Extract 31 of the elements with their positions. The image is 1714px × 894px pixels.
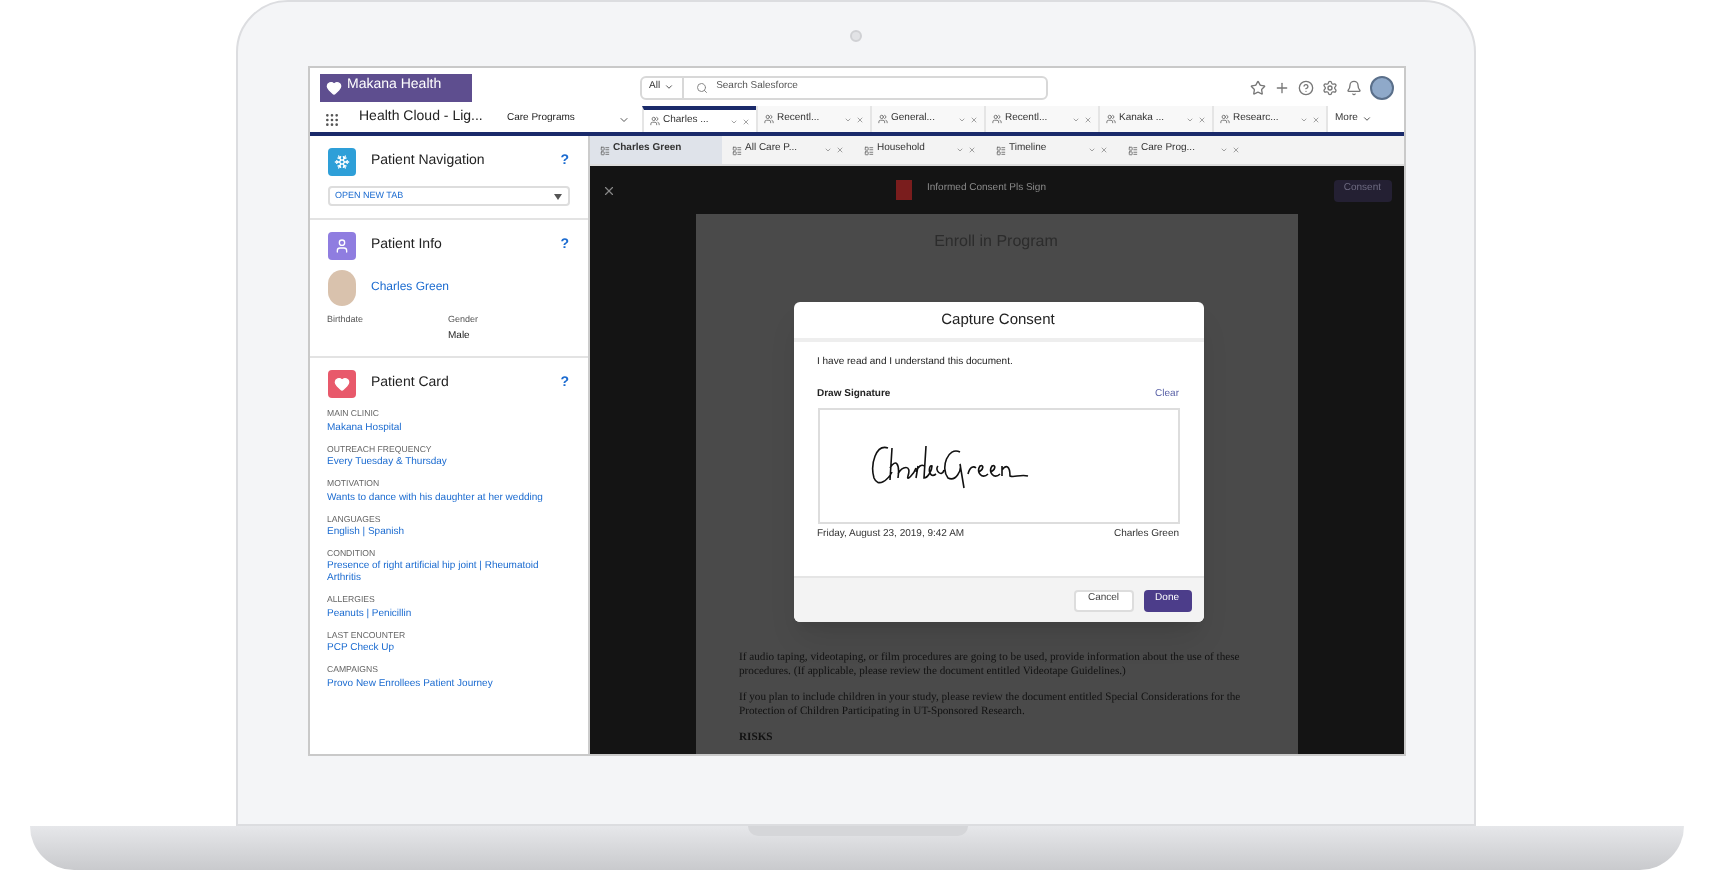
people-icon: [1219, 114, 1229, 124]
chevron-icon[interactable]: [617, 113, 629, 125]
record-icon: [995, 145, 1005, 155]
section-icon: [327, 148, 355, 176]
caret-icon: [553, 193, 561, 199]
heart-icon: [325, 79, 341, 95]
people-icon: [991, 114, 1001, 124]
settings-icon[interactable]: [1321, 79, 1337, 95]
chevron-icon: [1361, 114, 1372, 124]
record-icon: [1127, 145, 1137, 155]
notifications-icon[interactable]: [1345, 79, 1361, 95]
user-avatar[interactable]: [1369, 75, 1393, 99]
chevron-icon: [664, 82, 675, 92]
signature-pad[interactable]: [817, 408, 1179, 524]
record-icon: [731, 145, 741, 155]
camera-icon: [850, 30, 862, 42]
favorites-icon[interactable]: [1249, 79, 1265, 95]
section-icon: [327, 370, 355, 399]
section-icon: [327, 232, 355, 260]
people-icon: [877, 114, 887, 124]
add-icon[interactable]: [1273, 79, 1289, 95]
record-icon: [863, 145, 873, 155]
people-icon: [763, 114, 773, 124]
close-icon[interactable]: [601, 183, 615, 197]
record-icon: [599, 145, 609, 155]
avatar-placeholder: [327, 270, 355, 306]
help-icon[interactable]: [1297, 79, 1313, 95]
app-launcher-icon[interactable]: [323, 111, 339, 127]
people-icon: [649, 116, 659, 126]
search-icon: [696, 81, 709, 93]
people-icon: [1105, 114, 1115, 124]
